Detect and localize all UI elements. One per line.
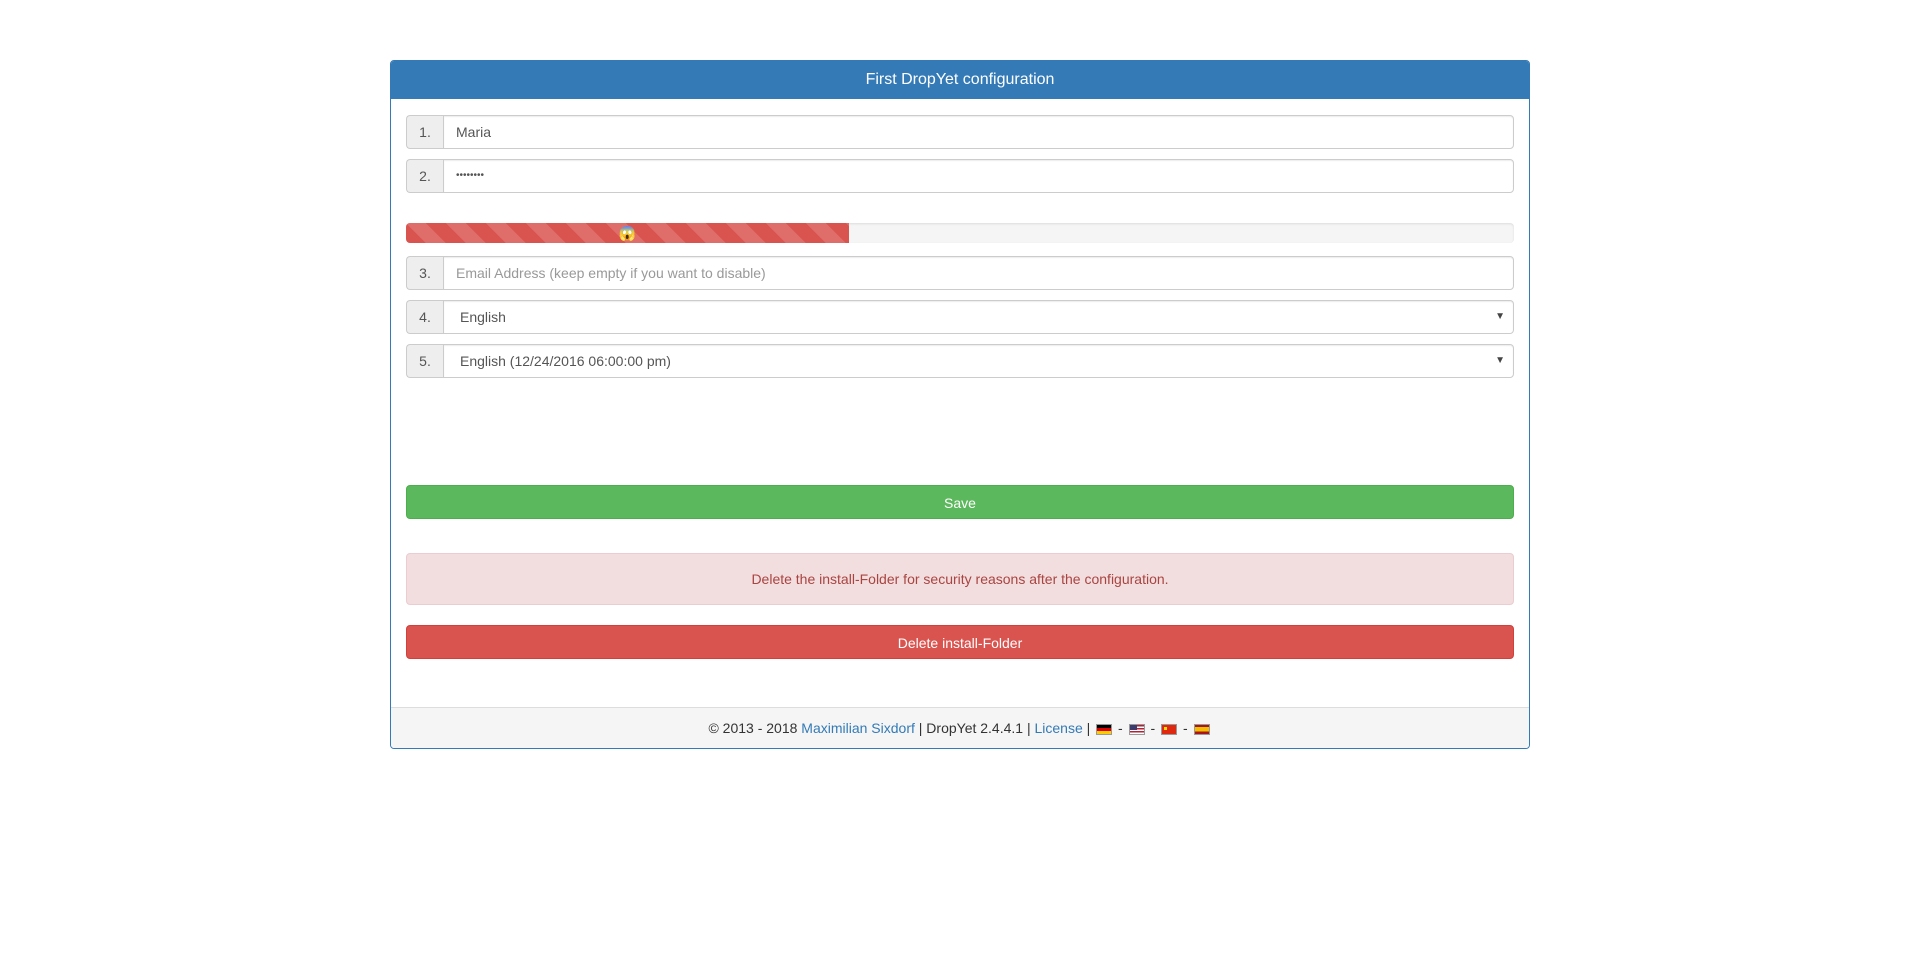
china-flag-icon[interactable]	[1161, 723, 1178, 735]
german-flag-icon[interactable]	[1096, 723, 1113, 735]
email-index: 3.	[406, 256, 443, 290]
password-input[interactable]: ••••••••	[443, 159, 1514, 193]
fearful-face-icon: 😱	[618, 225, 637, 241]
copyright-text: © 2013 - 2018	[708, 720, 802, 736]
panel-body: 1. Maria 2. •••••••• 😱 3. Email Address …	[391, 99, 1529, 707]
footer: © 2013 - 2018 Maximilian Sixdorf | DropY…	[391, 707, 1529, 748]
license-link[interactable]: License	[1034, 720, 1082, 736]
config-panel: First DropYet configuration 1. Maria 2. …	[390, 60, 1530, 749]
security-alert: Delete the install-Folder for security r…	[406, 553, 1514, 605]
username-row: 1. Maria	[406, 115, 1514, 149]
date-format-selected: English (12/24/2016 06:00:00 pm)	[460, 353, 671, 369]
separator: -	[1146, 720, 1160, 736]
version-text: | DropYet 2.4.4.1 |	[914, 720, 1035, 736]
separator: -	[1114, 720, 1127, 736]
delete-install-folder-button[interactable]: Delete install-Folder	[406, 625, 1514, 659]
author-link[interactable]: Maximilian Sixdorf	[801, 720, 915, 736]
date-format-index: 5.	[406, 344, 443, 378]
save-button[interactable]: Save	[406, 485, 1514, 519]
panel-title: First DropYet configuration	[391, 61, 1529, 99]
separator: |	[1082, 720, 1095, 736]
language-row: 4. English ▼	[406, 300, 1514, 334]
language-selected: English	[460, 309, 506, 325]
us-flag-icon[interactable]	[1128, 723, 1145, 735]
language-select[interactable]: English ▼	[443, 300, 1514, 334]
chevron-down-icon: ▼	[1495, 355, 1505, 366]
email-input[interactable]: Email Address (keep empty if you want to…	[443, 256, 1514, 290]
email-row: 3. Email Address (keep empty if you want…	[406, 256, 1514, 290]
chevron-down-icon: ▼	[1495, 311, 1505, 322]
password-row: 2. ••••••••	[406, 159, 1514, 193]
spain-flag-icon[interactable]	[1193, 723, 1210, 735]
password-index: 2.	[406, 159, 443, 193]
password-strength-bar: 😱	[406, 223, 850, 243]
language-index: 4.	[406, 300, 443, 334]
username-input[interactable]: Maria	[443, 115, 1514, 149]
username-index: 1.	[406, 115, 443, 149]
separator: -	[1179, 720, 1192, 736]
date-format-select[interactable]: English (12/24/2016 06:00:00 pm) ▼	[443, 344, 1514, 378]
date-format-row: 5. English (12/24/2016 06:00:00 pm) ▼	[406, 344, 1514, 378]
password-strength-meter: 😱	[406, 223, 1514, 243]
